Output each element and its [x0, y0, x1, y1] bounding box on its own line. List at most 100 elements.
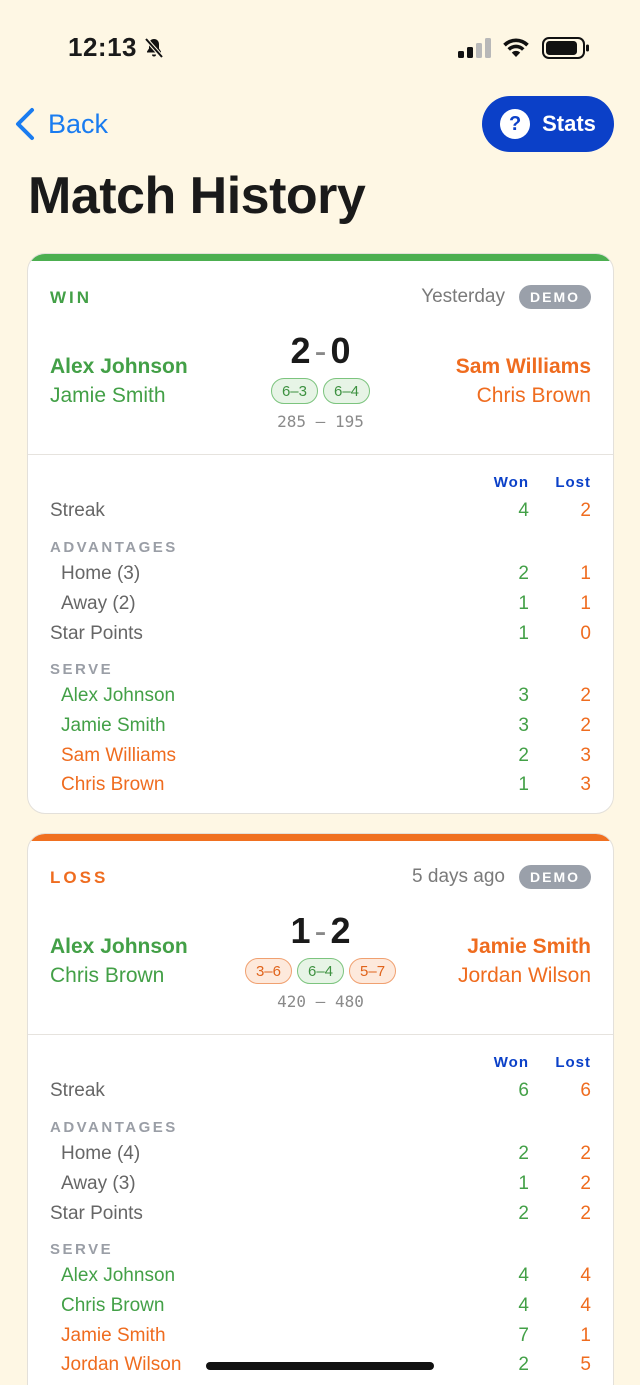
stat-label: Home (4) — [61, 1143, 141, 1164]
battery-icon — [542, 37, 589, 59]
stat-row-advantage: Home (4) 2 2 — [50, 1143, 591, 1171]
stat-lost: 1 — [580, 593, 591, 614]
demo-badge: DEMO — [519, 865, 591, 889]
stat-label: Jamie Smith — [61, 715, 166, 736]
stat-won: 2 — [518, 1354, 529, 1375]
stat-lost: 3 — [580, 745, 591, 766]
stat-label: Away (3) — [61, 1173, 136, 1194]
stat-label: Alex Johnson — [61, 685, 176, 706]
stat-won: 1 — [518, 593, 529, 614]
set-score-pill: 5–7 — [349, 958, 397, 984]
stat-label: Streak — [50, 1080, 105, 1101]
player-name: Jamie Smith — [467, 935, 591, 958]
set-score-pill: 6–4 — [323, 378, 371, 404]
stat-lost: 2 — [580, 1143, 591, 1164]
stat-label: Star Points — [50, 1203, 143, 1224]
column-header-won: Won — [493, 1054, 529, 1071]
status-time: 12:13 — [68, 32, 137, 62]
result-color-bar — [28, 254, 613, 261]
stat-won: 7 — [518, 1325, 529, 1346]
stat-won: 1 — [518, 774, 529, 795]
set-score-pill: 6–4 — [296, 958, 345, 984]
score-right: 0 — [330, 330, 351, 371]
match-card[interactable]: WIN Yesterday DEMO Alex Johnson Jamie Sm… — [27, 253, 614, 814]
stat-lost: 4 — [580, 1265, 591, 1286]
stat-lost: 2 — [580, 715, 591, 736]
demo-badge: DEMO — [519, 285, 591, 309]
chevron-left-icon — [16, 108, 34, 140]
score-left: 1 — [290, 910, 311, 951]
stat-label: Alex Johnson — [61, 1265, 176, 1286]
column-header-lost: Lost — [555, 474, 591, 491]
stat-won: 1 — [518, 1173, 529, 1194]
stat-lost: 3 — [580, 774, 591, 795]
stat-lost: 2 — [580, 1173, 591, 1194]
score-left: 2 — [290, 330, 311, 371]
stat-lost: 5 — [580, 1354, 591, 1375]
stat-row-streak: Streak 4 2 — [50, 500, 591, 528]
stat-row-advantage: Home (3) 2 1 — [50, 563, 591, 591]
stat-lost: 2 — [580, 500, 591, 521]
section-header-serve: SERVE — [50, 1241, 114, 1258]
stat-won: 3 — [518, 685, 529, 706]
stat-row-advantage: Away (2) 1 1 — [50, 593, 591, 621]
stat-row-star-points: Star Points 1 0 — [50, 623, 591, 651]
stat-won: 4 — [518, 1295, 529, 1316]
stat-row-advantage: Away (3) 1 2 — [50, 1173, 591, 1201]
points-separator: — — [315, 992, 326, 1011]
bell-muted-icon — [144, 37, 164, 59]
cellular-signal-icon — [458, 38, 491, 58]
stat-won: 3 — [518, 715, 529, 736]
stat-label: Home (3) — [61, 563, 141, 584]
stat-label: Chris Brown — [61, 1295, 165, 1316]
points-right: 195 — [334, 412, 364, 431]
stat-lost: 0 — [580, 623, 591, 644]
question-icon: ? — [500, 109, 531, 139]
back-button[interactable]: Back — [14, 104, 108, 144]
stat-lost: 4 — [580, 1295, 591, 1316]
home-indicator[interactable] — [206, 1362, 434, 1370]
stat-row-streak: Streak 6 6 — [50, 1080, 591, 1108]
points-right: 480 — [334, 992, 364, 1011]
stat-label: Star Points — [50, 623, 143, 644]
stat-lost: 1 — [580, 1325, 591, 1346]
page-title: Match History — [28, 167, 366, 225]
result-label: LOSS — [50, 868, 109, 887]
stat-won: 2 — [518, 1143, 529, 1164]
points-left: 285 — [277, 412, 307, 431]
stat-lost: 2 — [580, 1203, 591, 1224]
set-score-pill: 6–3 — [270, 378, 318, 404]
section-header-advantages: ADVANTAGES — [50, 539, 178, 556]
match-date: Yesterday — [421, 286, 505, 307]
stat-lost: 6 — [580, 1080, 591, 1101]
points-total: 285 — 195 — [28, 412, 613, 431]
column-header-lost: Lost — [555, 1054, 591, 1071]
result-label: WIN — [50, 288, 93, 307]
stat-won: 2 — [518, 563, 529, 584]
score-right: 2 — [330, 910, 351, 951]
player-name: Sam Williams — [455, 355, 591, 378]
points-left: 420 — [277, 992, 307, 1011]
stat-lost: 2 — [580, 685, 591, 706]
stat-label: Away (2) — [61, 593, 136, 614]
stat-row-serve: Alex Johnson 3 2 — [50, 685, 591, 713]
match-card[interactable]: LOSS 5 days ago DEMO Alex Johnson Chris … — [27, 833, 614, 1385]
section-header-advantages: ADVANTAGES — [50, 1119, 178, 1136]
section-header-serve: SERVE — [50, 661, 114, 678]
set-score-pill: 3–6 — [244, 958, 292, 984]
divider — [28, 1034, 613, 1035]
stats-label: Stats — [542, 111, 596, 136]
stat-row-star-points: Star Points 2 2 — [50, 1203, 591, 1231]
stat-row-serve: Sam Williams 2 3 — [50, 745, 591, 773]
status-bar: 12:13 — [0, 0, 640, 90]
stat-won: 1 — [518, 623, 529, 644]
stat-row-serve: Alex Johnson 4 4 — [50, 1265, 591, 1293]
stat-label: Chris Brown — [61, 774, 165, 795]
match-date: 5 days ago — [412, 866, 505, 887]
result-color-bar — [28, 834, 613, 841]
stat-label: Sam Williams — [61, 745, 177, 766]
stat-won: 6 — [518, 1080, 529, 1101]
stats-button[interactable]: ? Stats — [482, 96, 614, 152]
stat-label: Jordan Wilson — [61, 1354, 182, 1375]
points-separator: — — [315, 412, 326, 431]
